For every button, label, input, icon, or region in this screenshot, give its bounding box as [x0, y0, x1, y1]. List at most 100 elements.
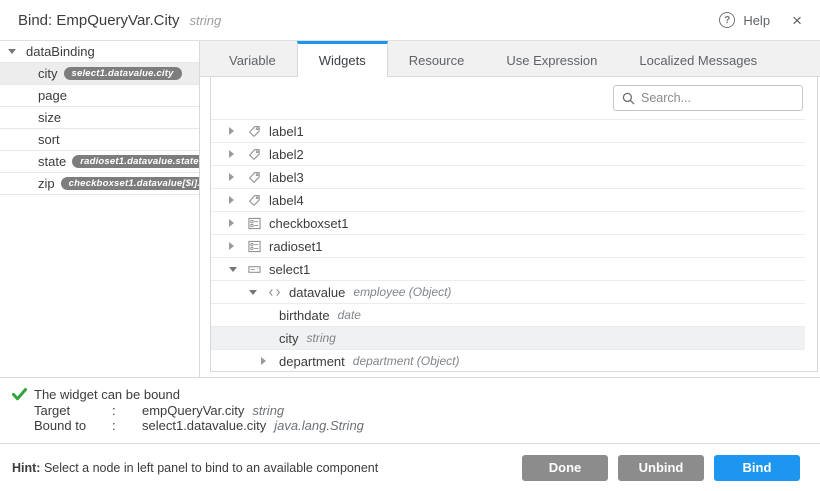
widget-tree: label1 label2 — [211, 119, 817, 371]
caret-down-icon[interactable] — [229, 267, 237, 272]
check-icon — [12, 387, 34, 443]
tab-bar: Variable Widgets Resource Use Expression… — [200, 41, 820, 77]
caret-down-icon[interactable] — [8, 49, 16, 54]
dialog-body: dataBinding city select1.datavalue.city … — [0, 41, 820, 377]
widget-row-datavalue[interactable]: datavalue employee (Object) — [211, 280, 805, 303]
widget-name: birthdate — [279, 308, 330, 323]
tag-icon — [247, 193, 261, 207]
widget-name: city — [279, 331, 299, 346]
widget-type: date — [338, 308, 361, 322]
bind-status: The widget can be bound Target : empQuer… — [0, 377, 820, 443]
bind-button[interactable]: Bind — [714, 455, 800, 481]
widget-row-select1[interactable]: select1 — [211, 257, 805, 280]
widget-row-city[interactable]: city string — [211, 326, 805, 349]
close-icon[interactable]: × — [792, 12, 802, 29]
widget-row-label1[interactable]: label1 — [211, 119, 805, 142]
checkboxset-icon — [247, 216, 261, 230]
bind-source-panel: Variable Widgets Resource Use Expression… — [200, 41, 820, 377]
tab-widgets[interactable]: Widgets — [297, 41, 388, 77]
status-target-type: string — [252, 403, 284, 419]
widget-name: label3 — [269, 170, 304, 185]
status-target-value: empQueryVar.city — [142, 403, 244, 419]
widgets-tab-content: label1 label2 — [200, 77, 820, 377]
tab-localized-messages[interactable]: Localized Messages — [618, 41, 778, 76]
search-icon — [622, 92, 635, 105]
caret-right-icon[interactable] — [229, 173, 234, 181]
tag-icon — [247, 124, 261, 138]
status-boundto-row: Bound to : select1.datavalue.city java.l… — [34, 418, 364, 434]
hint-label: Hint: — [12, 461, 40, 475]
widget-row-label3[interactable]: label3 — [211, 165, 805, 188]
status-boundto-type: java.lang.String — [274, 418, 364, 434]
tree-node-zip[interactable]: zip checkboxset1.datavalue[$i].zip — [0, 173, 199, 195]
widget-name: select1 — [269, 262, 310, 277]
tree-node-label: sort — [38, 132, 60, 147]
tag-icon — [247, 170, 261, 184]
status-boundto-value: select1.datavalue.city — [142, 418, 266, 434]
status-target-label: Target — [34, 403, 112, 419]
binding-badge: select1.datavalue.city — [64, 67, 182, 81]
unbind-button[interactable]: Unbind — [618, 455, 704, 481]
binding-badge: radioset1.datavalue.state — [72, 155, 200, 169]
caret-right-icon[interactable] — [229, 127, 234, 135]
status-colon: : — [112, 418, 142, 434]
widget-row-radioset1[interactable]: radioset1 — [211, 234, 805, 257]
search-box[interactable] — [613, 85, 803, 111]
status-message: The widget can be bound — [34, 387, 364, 403]
status-colon: : — [112, 403, 142, 419]
dialog-header: Bind: EmpQueryVar.City string ? Help × — [0, 0, 820, 41]
select-icon — [247, 262, 261, 276]
help-link[interactable]: Help — [743, 13, 770, 28]
widget-row-birthdate[interactable]: birthdate date — [211, 303, 805, 326]
caret-down-icon[interactable] — [249, 290, 257, 295]
tree-node-label: size — [38, 110, 61, 125]
tab-variable[interactable]: Variable — [208, 41, 297, 76]
caret-right-icon[interactable] — [229, 150, 234, 158]
dialog-title-type: string — [189, 13, 221, 28]
hint-text: Hint: Select a node in left panel to bin… — [12, 461, 378, 475]
dialog-footer: Hint: Select a node in left panel to bin… — [0, 443, 820, 491]
search-input[interactable] — [641, 91, 794, 105]
help-icon[interactable]: ? — [719, 12, 735, 28]
tree-node-state[interactable]: state radioset1.datavalue.state — [0, 151, 199, 173]
tab-resource[interactable]: Resource — [388, 41, 486, 76]
tree-node-city[interactable]: city select1.datavalue.city — [0, 63, 199, 85]
tree-node-label: page — [38, 88, 67, 103]
tree-node-sort[interactable]: sort — [0, 129, 199, 151]
tree-node-databinding[interactable]: dataBinding — [0, 41, 199, 63]
search-row — [211, 77, 817, 119]
dialog-title: Bind: EmpQueryVar.City — [18, 12, 179, 29]
widget-name: radioset1 — [269, 239, 322, 254]
widget-name: department — [279, 354, 345, 369]
widget-name: datavalue — [289, 285, 345, 300]
hint-body: Select a node in left panel to bind to a… — [40, 461, 378, 475]
caret-right-icon[interactable] — [229, 242, 234, 250]
tree-node-size[interactable]: size — [0, 107, 199, 129]
widget-row-department[interactable]: department department (Object) — [211, 349, 805, 371]
tag-icon — [247, 147, 261, 161]
caret-right-icon[interactable] — [229, 219, 234, 227]
binding-badge: checkboxset1.datavalue[$i].zip — [61, 177, 200, 191]
tree-node-label: zip — [38, 176, 55, 191]
variable-tree-panel: dataBinding city select1.datavalue.city … — [0, 41, 200, 377]
widget-name: checkboxset1 — [269, 216, 349, 231]
code-icon — [267, 285, 281, 299]
tree-node-page[interactable]: page — [0, 85, 199, 107]
widget-row-label4[interactable]: label4 — [211, 188, 805, 211]
widget-name: label2 — [269, 147, 304, 162]
done-button[interactable]: Done — [522, 455, 608, 481]
widget-row-label2[interactable]: label2 — [211, 142, 805, 165]
widget-row-checkboxset1[interactable]: checkboxset1 — [211, 211, 805, 234]
bind-dialog: Bind: EmpQueryVar.City string ? Help × d… — [0, 0, 820, 491]
radioset-icon — [247, 239, 261, 253]
caret-right-icon[interactable] — [261, 357, 266, 365]
widget-type: department (Object) — [353, 354, 460, 368]
tree-node-label: dataBinding — [26, 44, 95, 59]
tree-node-label: state — [38, 154, 66, 169]
tab-use-expression[interactable]: Use Expression — [485, 41, 618, 76]
status-target-row: Target : empQueryVar.city string — [34, 403, 364, 419]
caret-right-icon[interactable] — [229, 196, 234, 204]
widget-name: label1 — [269, 124, 304, 139]
tree-node-label: city — [38, 66, 58, 81]
status-boundto-label: Bound to — [34, 418, 112, 434]
